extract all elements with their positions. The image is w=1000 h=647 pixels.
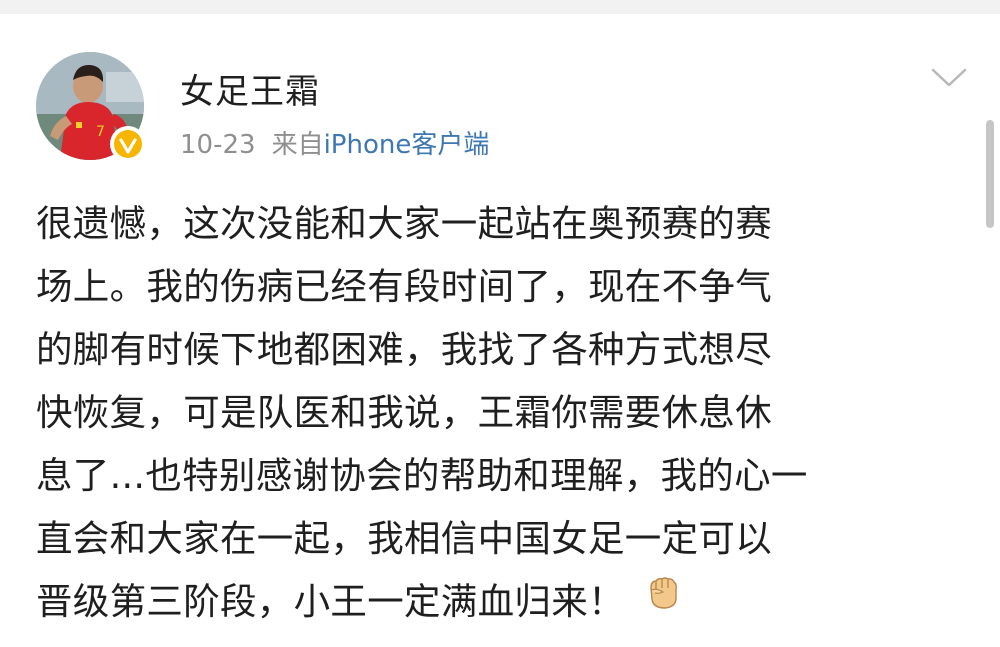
username[interactable]: 女足王霜 — [180, 64, 320, 113]
post-content: 很遗憾，这次没能和大家一起站在奥预赛的赛 场上。我的伤病已经有段时间了，现在不争… — [36, 192, 966, 633]
chevron-down-icon — [931, 68, 967, 87]
scrollbar[interactable] — [986, 120, 994, 228]
post-text-line: 息了...也特别感谢协会的帮助和理解，我的心一 — [36, 454, 808, 497]
fist-icon — [650, 577, 677, 609]
post-text-line: 晋级第三阶段，小王一定满血归来！ — [36, 580, 625, 623]
weibo-post: 7 女足王霜 10-23 来自iPhone客户端 很遗憾，这次没能和大家一起站在奥… — [0, 14, 1000, 647]
top-strip — [0, 0, 1000, 14]
post-text-line: 直会和大家在一起，我相信中国女足一定可以 — [36, 517, 772, 560]
verified-v-badge-icon — [114, 130, 142, 158]
post-text-line-last: 晋级第三阶段，小王一定满血归来！ — [36, 570, 966, 633]
svg-text:7: 7 — [96, 124, 105, 140]
post-text-line: 场上。我的伤病已经有段时间了，现在不争气 — [36, 265, 772, 308]
post-text-line: 快恢复，可是队医和我说，王霜你需要休息休 — [36, 391, 772, 434]
post-meta: 10-23 来自iPhone客户端 — [180, 124, 489, 161]
fist-emoji — [643, 568, 683, 631]
post-menu-button[interactable] — [930, 66, 968, 90]
post-date: 10-23 — [180, 130, 256, 160]
verified-badge — [110, 126, 146, 162]
post-text-line: 很遗憾，这次没能和大家一起站在奥预赛的赛 — [36, 202, 772, 245]
source-app-link[interactable]: iPhone客户端 — [324, 130, 490, 160]
source-prefix: 来自 — [271, 130, 324, 160]
post-text-line: 的脚有时候下地都困难，我找了各种方式想尽 — [36, 328, 772, 371]
